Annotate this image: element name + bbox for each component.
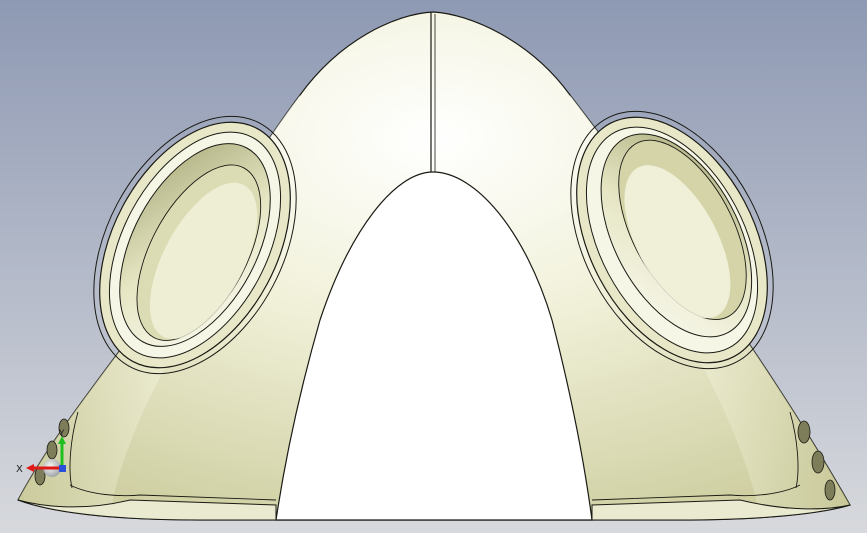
right-vent-hole [797,420,811,444]
model-render[interactable] [0,0,867,533]
orientation-triad[interactable]: X Y [10,428,80,488]
cad-graphics-viewport[interactable]: X Y [0,0,867,533]
triad-x-label: X [16,464,23,475]
triad-y-label: Y [58,429,65,439]
